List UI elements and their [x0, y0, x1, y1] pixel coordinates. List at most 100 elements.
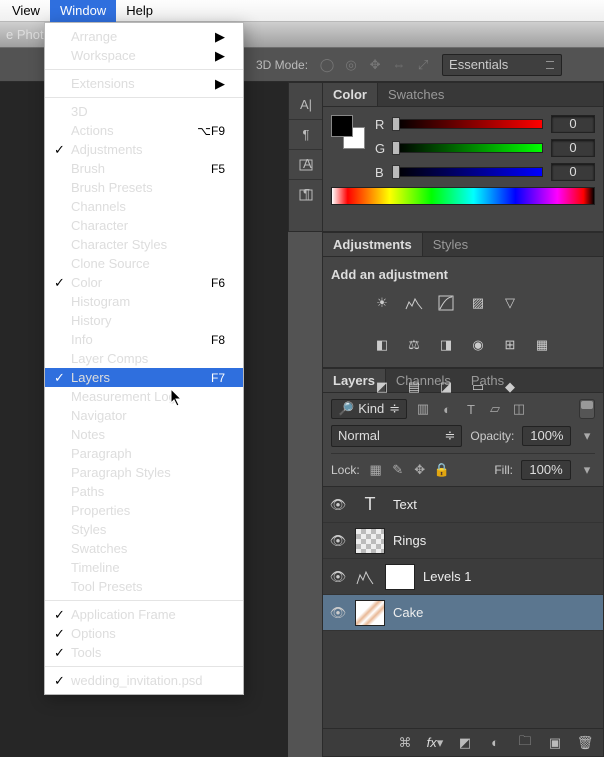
menu-help[interactable]: Help: [116, 0, 163, 22]
channel-mixer-icon[interactable]: ⊞: [499, 334, 521, 356]
3d-rotate-icon[interactable]: ◎: [342, 56, 360, 74]
layer-fx-icon[interactable]: fx▾: [427, 735, 443, 751]
tab-swatches[interactable]: Swatches: [378, 83, 454, 106]
r-field[interactable]: 0: [551, 115, 595, 133]
menu-item-layers[interactable]: ✓LayersF7: [45, 368, 243, 387]
menu-item-brush[interactable]: BrushF5: [45, 159, 243, 178]
menu-item-extensions[interactable]: Extensions▶: [45, 74, 243, 93]
invert2-icon[interactable]: ◩: [371, 376, 393, 398]
menu-item-tools[interactable]: ✓Tools: [45, 643, 243, 662]
menu-item-application-frame[interactable]: ✓Application Frame: [45, 605, 243, 624]
gradient-map-icon[interactable]: ▭: [467, 376, 489, 398]
menu-item-info[interactable]: InfoF8: [45, 330, 243, 349]
menu-view[interactable]: View: [2, 0, 50, 22]
fill-dropdown-icon[interactable]: ▾: [579, 462, 595, 478]
bw-icon[interactable]: ◨: [435, 334, 457, 356]
menu-item-color[interactable]: ✓ColorF6: [45, 273, 243, 292]
menu-item-paths[interactable]: Paths: [45, 482, 243, 501]
layer-mask-icon[interactable]: ◩: [457, 735, 473, 751]
link-layers-icon[interactable]: ⌘: [397, 735, 413, 751]
menu-item-character[interactable]: Character: [45, 216, 243, 235]
tab-color[interactable]: Color: [323, 82, 378, 106]
g-field[interactable]: 0: [551, 139, 595, 157]
visibility-icon[interactable]: 👁: [329, 605, 347, 621]
menu-item-swatches[interactable]: Swatches: [45, 539, 243, 558]
3d-pan-icon[interactable]: ✥: [366, 56, 384, 74]
menu-item-history[interactable]: History: [45, 311, 243, 330]
paragraph-panel-icon[interactable]: ¶: [289, 119, 323, 149]
filter-toggle[interactable]: [579, 399, 595, 419]
hue-sat-icon[interactable]: ◧: [371, 334, 393, 356]
lock-position-icon[interactable]: ✥: [412, 462, 428, 478]
layer-row-levels-1[interactable]: 👁Levels 1: [323, 559, 603, 595]
new-layer-icon[interactable]: ▣: [547, 735, 563, 751]
menu-item-arrange[interactable]: Arrange▶: [45, 27, 243, 46]
menu-item-character-styles[interactable]: Character Styles: [45, 235, 243, 254]
lock-all-icon[interactable]: 🔒: [434, 462, 450, 478]
menu-item-measurement-log[interactable]: Measurement Log: [45, 387, 243, 406]
curves-icon[interactable]: [435, 292, 457, 314]
menu-window[interactable]: Window: [50, 0, 116, 22]
color-ramp[interactable]: [331, 187, 595, 205]
menu-item-histogram[interactable]: Histogram: [45, 292, 243, 311]
new-adjustment-icon[interactable]: ◐: [487, 735, 503, 751]
parstyles-panel-icon[interactable]: ¶: [289, 179, 323, 209]
vibrance-icon[interactable]: ▽: [499, 292, 521, 314]
color-balance-icon[interactable]: ⚖: [403, 334, 425, 356]
photo-filter-icon[interactable]: ◉: [467, 334, 489, 356]
menu-item-layer-comps[interactable]: Layer Comps: [45, 349, 243, 368]
r-slider[interactable]: [395, 119, 543, 129]
exposure-icon[interactable]: ▨: [467, 292, 489, 314]
visibility-icon[interactable]: 👁: [329, 497, 347, 513]
layer-row-rings[interactable]: 👁Rings: [323, 523, 603, 559]
fg-color-swatch[interactable]: [331, 115, 353, 137]
opacity-field[interactable]: 100%: [522, 426, 571, 446]
threshold-icon[interactable]: ◪: [435, 376, 457, 398]
menu-item-styles[interactable]: Styles: [45, 520, 243, 539]
menu-item-options[interactable]: ✓Options: [45, 624, 243, 643]
layer-row-text[interactable]: 👁TText: [323, 487, 603, 523]
menu-item-properties[interactable]: Properties: [45, 501, 243, 520]
workspace-switcher[interactable]: Essentials: [442, 54, 562, 76]
menu-item-wedding-invitation-psd[interactable]: ✓wedding_invitation.psd: [45, 671, 243, 690]
charstyles-panel-icon[interactable]: A: [289, 149, 323, 179]
3d-slide-icon[interactable]: ⇔: [390, 56, 408, 74]
fg-bg-swatch[interactable]: [331, 115, 365, 149]
visibility-icon[interactable]: 👁: [329, 569, 347, 585]
selective-color-icon[interactable]: ◆: [499, 376, 521, 398]
3d-scale-icon[interactable]: ⤢: [414, 56, 432, 74]
menu-item-notes[interactable]: Notes: [45, 425, 243, 444]
lock-pixels-icon[interactable]: ✎: [390, 462, 406, 478]
menu-item-paragraph-styles[interactable]: Paragraph Styles: [45, 463, 243, 482]
new-group-icon[interactable]: 🗀: [517, 735, 533, 751]
b-field[interactable]: 0: [551, 163, 595, 181]
menu-item-timeline[interactable]: Timeline: [45, 558, 243, 577]
opacity-dropdown-icon[interactable]: ▾: [579, 428, 595, 444]
layer-row-cake[interactable]: 👁Cake: [323, 595, 603, 631]
visibility-icon[interactable]: 👁: [329, 533, 347, 549]
tab-adjustments[interactable]: Adjustments: [323, 232, 423, 256]
menu-item-actions[interactable]: Actions⌥F9: [45, 121, 243, 140]
blend-mode-select[interactable]: Normal≑: [331, 425, 462, 447]
menu-item-channels[interactable]: Channels: [45, 197, 243, 216]
menu-item-clone-source[interactable]: Clone Source: [45, 254, 243, 273]
levels-icon[interactable]: [403, 292, 425, 314]
menu-item-workspace[interactable]: Workspace▶: [45, 46, 243, 65]
g-slider[interactable]: [395, 143, 543, 153]
menu-item-tool-presets[interactable]: Tool Presets: [45, 577, 243, 596]
delete-layer-icon[interactable]: 🗑: [577, 735, 593, 751]
3d-orbit-icon[interactable]: ◯: [318, 56, 336, 74]
tab-styles[interactable]: Styles: [423, 233, 478, 256]
posterize-icon[interactable]: ▤: [403, 376, 425, 398]
character-panel-icon[interactable]: A|: [289, 89, 323, 119]
menu-item-navigator[interactable]: Navigator: [45, 406, 243, 425]
brightness-icon[interactable]: ☀: [371, 292, 393, 314]
fill-field[interactable]: 100%: [521, 460, 571, 480]
menu-item-3d[interactable]: 3D: [45, 102, 243, 121]
menu-item-brush-presets[interactable]: Brush Presets: [45, 178, 243, 197]
b-slider[interactable]: [395, 167, 543, 177]
lock-transparent-icon[interactable]: ▦: [368, 462, 384, 478]
menu-item-paragraph[interactable]: Paragraph: [45, 444, 243, 463]
menu-item-adjustments[interactable]: ✓Adjustments: [45, 140, 243, 159]
color-lookup-icon[interactable]: ▦: [531, 334, 553, 356]
